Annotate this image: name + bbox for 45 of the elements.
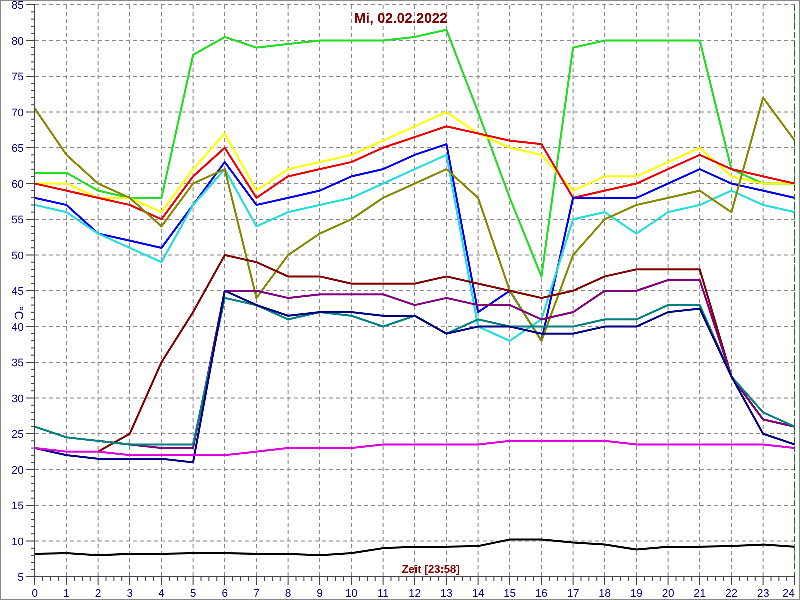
y-tick-label: 40 — [12, 322, 24, 334]
y-tick-label: 5 — [18, 572, 24, 584]
x-tick-label: 6 — [222, 588, 228, 599]
x-tick-label: 4 — [158, 588, 165, 599]
y-tick-label: 15 — [12, 500, 24, 512]
y-tick-label: 80 — [12, 36, 24, 48]
y-tick-label: 45 — [12, 286, 24, 298]
y-tick-label: 55 — [12, 214, 24, 226]
x-tick-label: 9 — [316, 588, 324, 599]
x-tick-label: 20 — [662, 588, 674, 599]
y-tick-label: 35 — [12, 358, 24, 370]
x-tick-label: 8 — [285, 588, 292, 599]
x-tick-label: 3 — [126, 588, 134, 599]
x-axis-label: Zeit [23:58] — [402, 564, 460, 576]
y-tick-label: 50 — [12, 250, 24, 262]
y-tick-label: 60 — [12, 178, 24, 191]
x-tick-label: 18 — [598, 588, 612, 599]
y-tick-label: 75 — [12, 72, 24, 84]
y-tick-label: 10 — [12, 536, 24, 548]
x-tick-label: 12 — [408, 588, 422, 599]
x-tick-label: 7 — [254, 588, 260, 599]
x-tick-label: 13 — [440, 588, 453, 599]
y-tick-label: 85 — [12, 1, 24, 12]
x-tick-label: 2 — [95, 588, 102, 599]
x-tick-label: 15 — [504, 588, 516, 599]
x-tick-label: 23 — [757, 588, 770, 599]
x-tick-label: 1 — [64, 588, 70, 599]
x-tick-label: 19 — [630, 588, 643, 599]
x-tick-label: 24 — [782, 588, 795, 599]
x-tick-label: 5 — [190, 588, 196, 599]
x-tick-label: 10 — [346, 588, 358, 599]
y-axis-label: °C — [12, 306, 26, 320]
x-tick-label: 21 — [694, 588, 706, 599]
x-tick-label: 14 — [472, 588, 484, 599]
x-tick-label: 0 — [32, 588, 38, 599]
y-tick-label: 20 — [12, 464, 24, 477]
x-tick-label: 16 — [536, 588, 548, 599]
y-tick-label: 70 — [12, 107, 24, 120]
y-tick-label: 65 — [12, 143, 24, 155]
y-tick-label: 30 — [12, 393, 24, 406]
x-tick-label: 11 — [378, 588, 390, 599]
chart-title: Mi, 02.02.2022 — [354, 10, 448, 26]
y-tick-label: 25 — [12, 429, 24, 441]
x-tick-label: 22 — [726, 588, 738, 599]
x-tick-label: 17 — [567, 588, 580, 599]
